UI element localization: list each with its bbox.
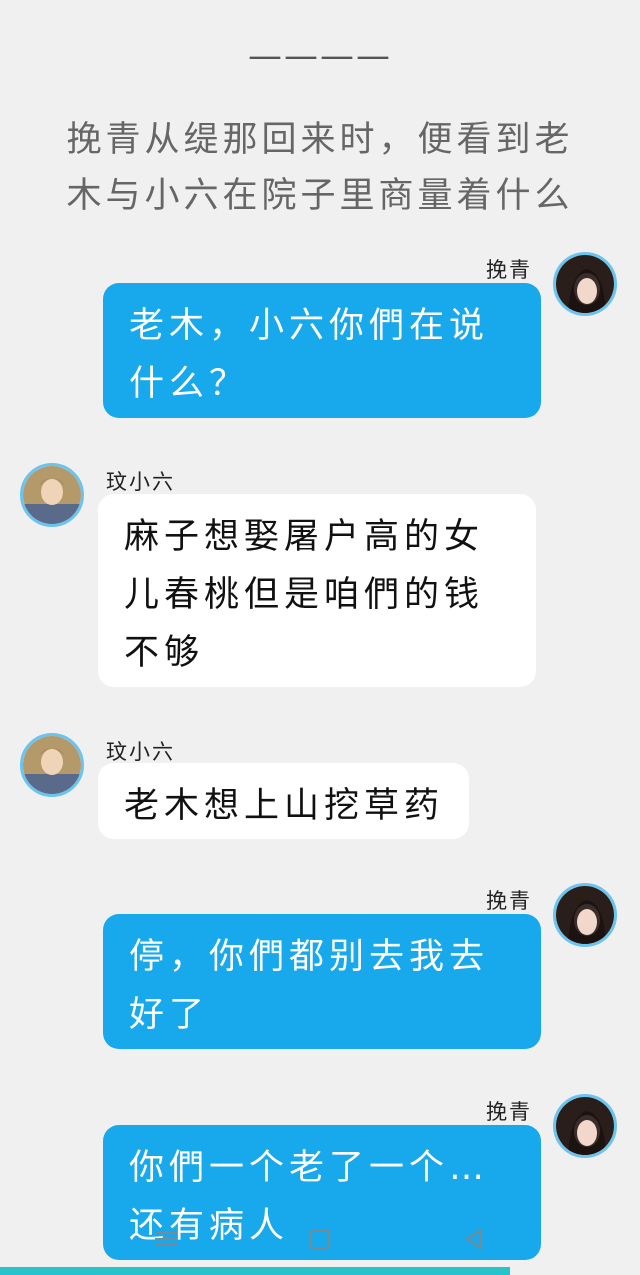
- avatar-wanqing[interactable]: [553, 883, 617, 947]
- portrait-icon: [556, 886, 614, 944]
- sender-name: 挽青: [486, 889, 532, 913]
- sender-name: 玟小六: [106, 740, 175, 764]
- system-nav-bar: [0, 1215, 640, 1263]
- sender-name: 玟小六: [106, 470, 175, 494]
- chat-bubble[interactable]: 麻子想娶屠户高的女儿春桃但是咱們的钱不够: [98, 494, 536, 687]
- portrait-icon: [556, 1097, 614, 1155]
- menu-icon[interactable]: [152, 1227, 180, 1255]
- avatar-wanqing[interactable]: [553, 1094, 617, 1158]
- portrait-icon: [556, 255, 614, 313]
- portrait-icon: [23, 466, 81, 524]
- portrait-icon: [23, 736, 81, 794]
- chat-bubble[interactable]: 停，你們都别去我去好了: [103, 914, 541, 1049]
- avatar-wanqing[interactable]: [553, 252, 617, 316]
- sender-name: 挽青: [486, 1100, 532, 1124]
- scene-divider: ————: [248, 36, 392, 76]
- avatar-xiaoliu[interactable]: [20, 463, 84, 527]
- triangle-back-icon[interactable]: [462, 1227, 486, 1255]
- avatar-xiaoliu[interactable]: [20, 733, 84, 797]
- square-home-icon[interactable]: [308, 1227, 332, 1255]
- narration-text: 挽青从缇那回来时，便看到老木与小六在院子里商量着什么: [66, 120, 574, 216]
- progress-bar: [0, 1267, 510, 1275]
- sender-name: 挽青: [486, 258, 532, 282]
- chat-bubble[interactable]: 老木，小六你們在说什么？: [103, 283, 541, 418]
- chat-bubble[interactable]: 老木想上山挖草药: [98, 763, 469, 839]
